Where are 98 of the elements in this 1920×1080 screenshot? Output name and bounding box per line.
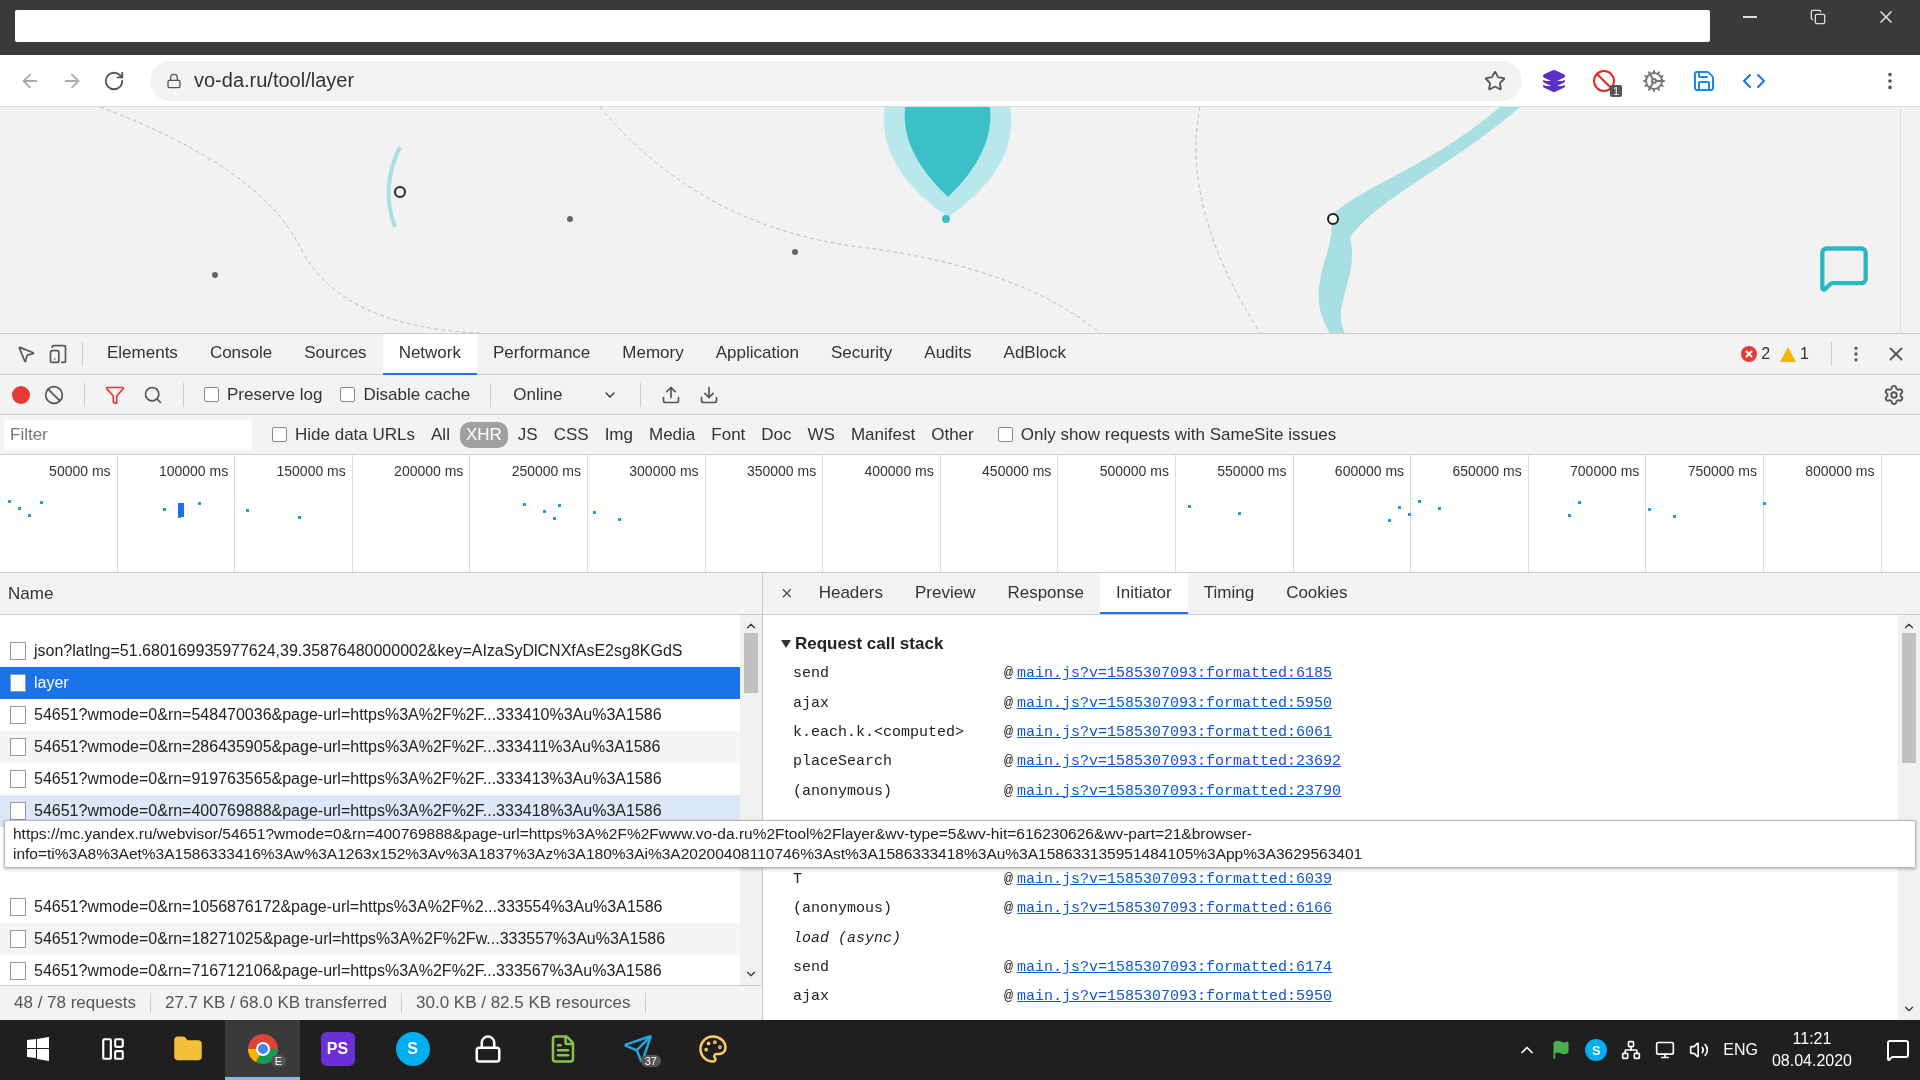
checkbox-label[interactable]: Hide data URLs bbox=[272, 424, 415, 445]
devtools-tab[interactable]: Application bbox=[699, 333, 815, 375]
function-name: ajax bbox=[793, 988, 830, 1006]
at-sign: @ bbox=[1004, 753, 1013, 771]
devtools-tab[interactable]: Memory bbox=[606, 333, 700, 375]
source-link[interactable]: main.js?v=1585307093:formatted:6174 bbox=[1017, 959, 1333, 977]
type-filter[interactable]: CSS bbox=[547, 421, 595, 448]
source-link[interactable]: main.js?v=1585307093:formatted:6039 bbox=[1017, 870, 1333, 888]
tick-label: 50000 ms bbox=[49, 463, 111, 479]
type-filter[interactable]: JS bbox=[511, 421, 544, 448]
function-name: (anonymous) bbox=[793, 900, 894, 918]
source-link[interactable]: main.js?v=1585307093:formatted:6061 bbox=[1017, 723, 1333, 741]
status-text: 30.0 KB / 82.5 KB resources bbox=[402, 993, 646, 1013]
tick-label: 500000 ms bbox=[1099, 463, 1169, 479]
request-row[interactable]: 54651?wmode=0&rn=286435905&page-url=https%3A%2F%2F...333411%3Au%3A1586 bbox=[0, 731, 740, 763]
request-row[interactable]: 54651?wmode=0&rn=18271025&page-url=https%3A%2F%2Fw...333557%3Au%3A1586 bbox=[0, 923, 740, 955]
tick-label: 750000 ms bbox=[1687, 463, 1757, 479]
tick-label: 400000 ms bbox=[864, 463, 934, 479]
status-text: 27.7 KB / 68.0 KB transferred bbox=[150, 993, 402, 1013]
source-link[interactable]: main.js?v=1585307093:formatted:23692 bbox=[1017, 753, 1342, 771]
devtools-tab[interactable]: AdBlock bbox=[987, 333, 1082, 375]
tick-label: 150000 ms bbox=[276, 463, 346, 479]
checkbox-label[interactable]: Only show requests with SameSite issues bbox=[997, 424, 1337, 445]
detail-tab[interactable]: Initiator bbox=[1100, 573, 1188, 614]
throttling-select[interactable]: Online bbox=[505, 384, 627, 405]
devtools-tab[interactable]: Sources bbox=[288, 333, 383, 375]
type-filter[interactable]: Manifest bbox=[844, 421, 922, 448]
tick-label: 600000 ms bbox=[1334, 463, 1405, 479]
warning-count: 1 bbox=[1800, 345, 1809, 363]
function-name: T bbox=[793, 870, 803, 888]
language-indicator[interactable]: ENG bbox=[1723, 1041, 1758, 1059]
detail-tab[interactable]: Timing bbox=[1187, 573, 1271, 614]
type-filter[interactable]: WS bbox=[801, 421, 841, 448]
at-sign: @ bbox=[1004, 723, 1013, 741]
tick-label: 200000 ms bbox=[394, 463, 464, 479]
filter-field[interactable]: Filter bbox=[4, 419, 252, 450]
tick-label: 250000 ms bbox=[511, 463, 581, 479]
devtools-tab[interactable]: Audits bbox=[908, 333, 988, 375]
status-text: 48 / 78 requests bbox=[0, 993, 151, 1013]
devtools-tab[interactable]: Elements bbox=[91, 333, 194, 375]
tick-label: 700000 ms bbox=[1570, 463, 1640, 479]
skype-icon: S bbox=[395, 1031, 430, 1066]
type-filter[interactable]: Img bbox=[598, 421, 639, 448]
at-sign: @ bbox=[1004, 959, 1013, 977]
detail-tab[interactable]: Preview bbox=[898, 573, 992, 614]
address-bar[interactable]: vo-da.ru/tool/layer bbox=[150, 60, 1522, 101]
tick-label: 100000 ms bbox=[158, 463, 229, 479]
type-filter[interactable]: Doc bbox=[755, 421, 798, 448]
app-badge: 37 bbox=[640, 1055, 661, 1067]
taskbar-app[interactable]: 37 bbox=[600, 1020, 675, 1080]
source-link[interactable]: main.js?v=1585307093:formatted:5950 bbox=[1017, 694, 1333, 712]
source-link[interactable]: main.js?v=1585307093:formatted:23790 bbox=[1017, 782, 1342, 800]
request-row[interactable]: layer bbox=[0, 667, 740, 699]
detail-tab[interactable]: Cookies bbox=[1270, 573, 1364, 614]
type-filter[interactable]: All bbox=[425, 421, 456, 448]
at-sign: @ bbox=[1004, 988, 1013, 1006]
at-sign: @ bbox=[1004, 900, 1013, 918]
phpstorm-icon: PS bbox=[320, 1031, 355, 1066]
clock[interactable]: 11:21 08.04.2020 bbox=[1771, 1028, 1852, 1072]
devtools-tab[interactable]: Performance bbox=[477, 333, 607, 375]
type-filter[interactable]: Media bbox=[643, 421, 702, 448]
detail-tab[interactable]: Headers bbox=[802, 573, 899, 614]
function-name: ajax bbox=[793, 694, 830, 712]
checkbox-label[interactable]: Disable cache bbox=[340, 384, 471, 405]
devtools-tab[interactable]: Network bbox=[382, 333, 477, 375]
section-title: Request call stack bbox=[795, 634, 944, 654]
close-button[interactable]: × bbox=[771, 582, 803, 605]
source-link[interactable]: main.js?v=1585307093:formatted:5950 bbox=[1017, 988, 1333, 1006]
taskbar-app[interactable]: PS bbox=[300, 1020, 375, 1080]
devtools-tab[interactable]: Console bbox=[193, 333, 289, 375]
async-label: load (async) bbox=[793, 929, 903, 947]
type-filter[interactable]: Other bbox=[925, 421, 980, 448]
tick-label: 300000 ms bbox=[629, 463, 699, 479]
detail-tab[interactable]: Response bbox=[991, 573, 1100, 614]
function-name: send bbox=[793, 959, 830, 977]
tick-label: 650000 ms bbox=[1452, 463, 1522, 479]
at-sign: @ bbox=[1004, 782, 1013, 800]
at-sign: @ bbox=[1004, 665, 1013, 683]
checkbox-label[interactable]: Preserve log bbox=[204, 384, 323, 405]
tick-label: 800000 ms bbox=[1805, 463, 1875, 479]
function-name: send bbox=[793, 665, 830, 683]
tick-label: 350000 ms bbox=[746, 463, 817, 479]
tick-label: 450000 ms bbox=[982, 463, 1052, 479]
url-tooltip: https://mc.yandex.ru/webvisor/54651?wmode=0&rn=400769888&page-url=https%3A%2F%2Fwww.vo-da.ru%2Ftool%2Flayer&wv-type=5&wv-hit=616230626&wv-part=21&browser- info=ti%3A8%3Aet%3A1586333416%3Aw%3A1263x152%3Av%3A1837%3Az%3A180%3Ai%3A20200408110746%3Ast%3A1586333418%3Au%3A158633135951484105%3App%3A3629563401 bbox=[4, 820, 1916, 868]
at-sign: @ bbox=[1004, 870, 1013, 888]
type-filter[interactable]: Font bbox=[705, 421, 752, 448]
source-link[interactable]: main.js?v=1585307093:formatted:6185 bbox=[1017, 665, 1333, 683]
function-name: placeSearch bbox=[793, 753, 894, 771]
column-header[interactable]: Name bbox=[8, 583, 54, 604]
function-name: k.each.k.<computed> bbox=[793, 723, 966, 741]
tick-label: 550000 ms bbox=[1217, 463, 1287, 479]
function-name: (anonymous) bbox=[793, 782, 894, 800]
at-sign: @ bbox=[1004, 694, 1013, 712]
source-link[interactable]: main.js?v=1585307093:formatted:6166 bbox=[1017, 900, 1333, 918]
error-count: 2 bbox=[1761, 345, 1771, 363]
extension-badge: 1 bbox=[1609, 84, 1622, 97]
taskbar-app[interactable]: E bbox=[225, 1020, 300, 1080]
devtools-tab[interactable]: Security bbox=[814, 333, 909, 375]
